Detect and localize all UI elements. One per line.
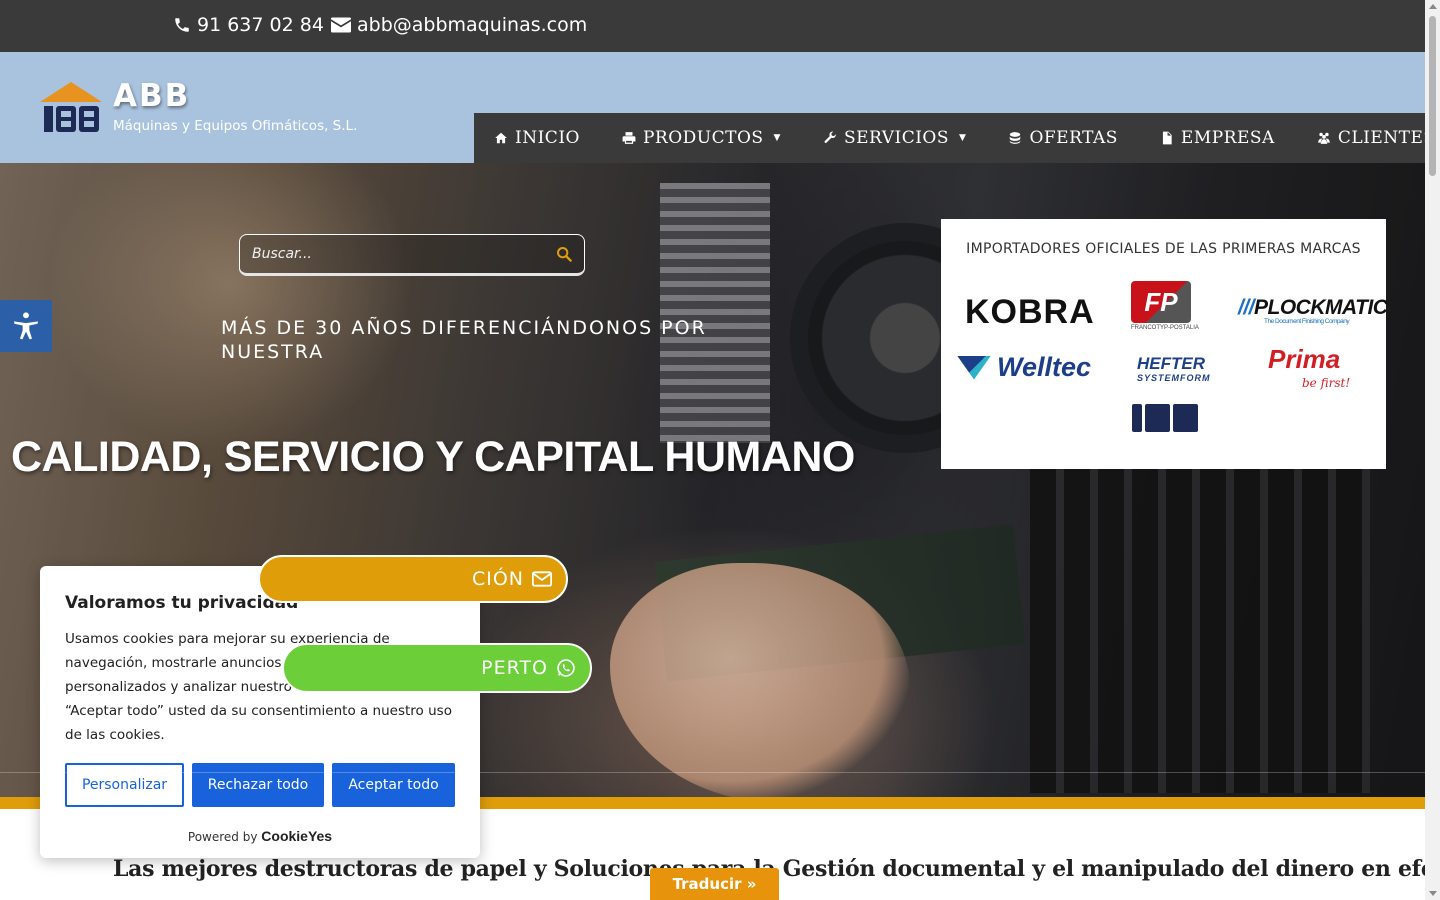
abb-brand-logo[interactable] xyxy=(1132,404,1198,432)
prima-name: Prima xyxy=(1268,344,1341,374)
prima-logo[interactable]: Prima be first! xyxy=(1268,344,1351,395)
scroll-up-icon[interactable] xyxy=(1429,4,1437,9)
official-brands-panel: IMPORTADORES OFICIALES DE LAS PRIMERAS M… xyxy=(941,219,1388,469)
plockmatic-logo[interactable]: ///PLOCKMATIC The Document Finishing Com… xyxy=(1238,296,1388,325)
envelope-icon xyxy=(331,17,351,33)
main-navigation: INICIO PRODUCTOS ▼ SERVICIOS ▼ OFERTAS E… xyxy=(474,113,1435,163)
plockmatic-slashes-icon: /// xyxy=(1238,296,1255,319)
hero-divider xyxy=(0,772,1425,773)
request-info-label: CIÓN xyxy=(471,568,524,590)
nav-item-empresa[interactable]: EMPRESA xyxy=(1160,128,1275,148)
abb-bar xyxy=(1173,404,1198,432)
site-logo[interactable]: ABB Máquinas y Equipos Ofimáticos, S.L. xyxy=(40,78,370,140)
nav-item-ofertas[interactable]: OFERTAS xyxy=(1008,128,1117,148)
abb-bar xyxy=(1132,404,1142,432)
logo-brand: ABB xyxy=(113,78,191,114)
accept-all-button[interactable]: Aceptar todo xyxy=(332,763,455,807)
printer-icon xyxy=(622,131,636,145)
cookieyes-logo[interactable]: CookieYes xyxy=(261,828,332,844)
abb-bar xyxy=(1145,404,1170,432)
nav-label: OFERTAS xyxy=(1029,128,1118,148)
top-contact-bar: 91 637 02 84 abb@abbmaquinas.com xyxy=(0,0,1425,52)
accessibility-button[interactable] xyxy=(0,300,52,352)
powered-by: Powered by CookieYes xyxy=(40,828,480,844)
hero-ram-graphic xyxy=(1030,463,1370,793)
plockmatic-subtitle: The Document Finishing Company xyxy=(1264,318,1350,325)
cookie-consent-dialog: Valoramos tu privacidad Usamos cookies p… xyxy=(40,566,480,858)
page-scrollbar[interactable] xyxy=(1425,0,1440,900)
fp-subtitle: FRANCOTYP-POSTALIA xyxy=(1131,325,1199,331)
nav-item-servicios[interactable]: SERVICIOS ▼ xyxy=(823,128,966,148)
scroll-down-icon[interactable] xyxy=(1429,891,1437,896)
nav-item-productos[interactable]: PRODUCTOS ▼ xyxy=(622,128,781,148)
kobra-logo[interactable]: KOBRA xyxy=(965,293,1095,332)
nav-item-clientes[interactable]: CLIENTES xyxy=(1317,128,1436,148)
hefter-subtitle: SYSTEMFORM xyxy=(1137,373,1211,383)
abb-logo-icon xyxy=(40,82,102,132)
email-address: abb@abbmaquinas.com xyxy=(357,14,588,36)
nav-label: SERVICIOS xyxy=(843,128,950,148)
cookie-title: Valoramos tu privacidad xyxy=(65,593,299,613)
phone-icon xyxy=(175,18,189,32)
users-icon xyxy=(1317,131,1331,145)
search-box xyxy=(239,234,585,276)
hero-subtitle: MÁS DE 30 AÑOS DIFERENCIÁNDONOS POR NUES… xyxy=(221,317,707,363)
request-info-button[interactable]: CIÓN xyxy=(258,555,568,603)
hero-title: CALIDAD, SERVICIO Y CAPITAL HUMANO xyxy=(11,433,855,481)
envelope-icon xyxy=(532,571,552,587)
logo-tagline: Máquinas y Equipos Ofimáticos, S.L. xyxy=(113,118,358,134)
nav-label: PRODUCTOS xyxy=(642,128,764,148)
nav-label: CLIENTES xyxy=(1337,128,1436,148)
coins-icon xyxy=(1008,131,1022,145)
nav-item-inicio[interactable]: INICIO xyxy=(494,128,580,148)
chevron-down-icon: ▼ xyxy=(959,133,967,143)
document-icon xyxy=(1160,131,1174,145)
translate-button[interactable]: Traducir » xyxy=(650,868,779,900)
customize-button[interactable]: Personalizar xyxy=(65,763,184,807)
phone-link[interactable]: 91 637 02 84 xyxy=(173,14,324,36)
welltec-logo[interactable]: Welltec xyxy=(957,352,1091,383)
welltec-mark-icon xyxy=(957,355,991,380)
hefter-logo[interactable]: HEFTER SYSTEMFORM xyxy=(1137,355,1211,385)
talk-to-expert-button[interactable]: PERTO xyxy=(282,643,592,693)
phone-number: 91 637 02 84 xyxy=(197,14,324,36)
home-icon xyxy=(494,131,508,145)
accessibility-icon xyxy=(14,312,38,340)
reject-all-button[interactable]: Rechazar todo xyxy=(192,763,324,807)
scrollbar-thumb[interactable] xyxy=(1429,16,1436,176)
brands-title: IMPORTADORES OFICIALES DE LAS PRIMERAS M… xyxy=(966,241,1361,257)
powered-by-label: Powered by xyxy=(187,830,258,844)
chevron-down-icon: ▼ xyxy=(773,133,781,143)
whatsapp-icon xyxy=(557,659,575,677)
fp-mark: FP xyxy=(1131,281,1191,323)
search-input[interactable] xyxy=(252,235,542,273)
plockmatic-name: PLOCKMATIC xyxy=(1254,296,1388,319)
prima-subtitle: be first! xyxy=(1302,376,1351,390)
nav-label: EMPRESA xyxy=(1180,128,1275,148)
hero-heatsink-graphic xyxy=(660,183,770,443)
search-icon[interactable] xyxy=(556,246,572,262)
site-header: ABB Máquinas y Equipos Ofimáticos, S.L. … xyxy=(0,52,1435,163)
francotyp-postalia-logo[interactable]: FP FRANCOTYP-POSTALIA xyxy=(1131,281,1199,335)
welltec-name: Welltec xyxy=(997,352,1092,382)
wrench-icon xyxy=(823,131,837,145)
talk-to-expert-label: PERTO xyxy=(481,657,548,679)
email-link[interactable]: abb@abbmaquinas.com xyxy=(331,14,587,36)
nav-label: INICIO xyxy=(515,128,580,148)
